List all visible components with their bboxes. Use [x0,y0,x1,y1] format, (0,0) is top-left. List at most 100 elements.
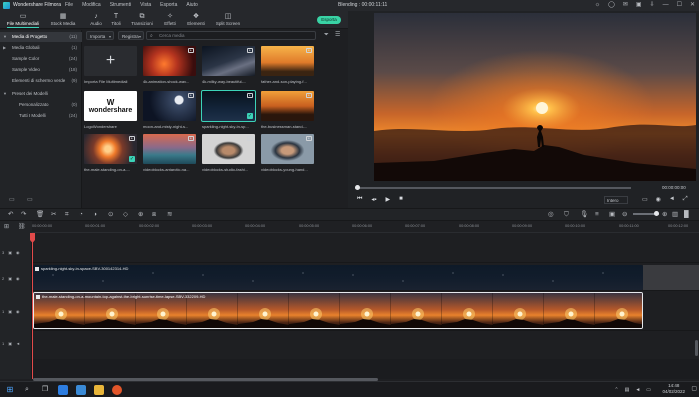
crop-icon[interactable]: ⌗ [65,210,69,220]
timeline-vertical-scrollbar[interactable] [695,340,698,356]
preview-progress-handle[interactable] [355,185,360,190]
search-input[interactable]: ⌕ Cerca media [146,31,316,40]
preview-quality-dropdown[interactable]: Intero [604,196,628,204]
video-preview[interactable] [374,13,696,181]
eye-icon[interactable]: ◉ [16,250,20,255]
maximize-icon[interactable]: ☐ [677,0,682,11]
tab-transizioni[interactable]: ⧉ Transizioni [127,12,157,26]
import-dropdown[interactable]: Importa ▾ [86,31,114,40]
media-item[interactable]: ▸ videoblocks-studio-fashi... [202,134,255,172]
list-view-icon[interactable]: ☰ [335,31,340,40]
zoom-in-icon[interactable]: ⊕ [662,210,667,220]
edge-browser-icon[interactable] [58,385,68,395]
snapshot-timeline-icon[interactable]: ▣ [609,210,615,220]
filmora-taskbar-icon[interactable] [76,385,86,395]
voiceover-icon[interactable]: ≡ [595,210,599,220]
network-icon[interactable]: ▤ [625,384,630,396]
track-lane-3[interactable] [32,233,699,263]
menu-file[interactable]: File [65,0,73,11]
keyframe-icon[interactable]: ◇ [123,210,128,220]
color-icon[interactable]: ◑ [93,210,97,220]
track-lane-audio[interactable] [32,331,699,359]
taskbar-clock[interactable]: 14:48 04/02/2022 [662,383,685,395]
play-icon[interactable]: ▶ [386,196,391,203]
motion-tracking-icon[interactable]: ⊕ [138,210,143,220]
preview-progress-bar[interactable] [355,187,631,189]
playhead-line[interactable] [32,233,33,379]
search-taskbar-icon[interactable]: ⌕ [22,385,32,395]
tab-file-multimediali[interactable]: ▭ File Multimediali [4,12,42,28]
tab-elementi[interactable]: ❖ Elementi [181,12,211,26]
record-dropdown[interactable]: Registra ▾ [118,31,144,40]
speaker-icon[interactable]: ◄ [16,341,20,346]
media-item[interactable]: ▸ moon-and-misty-night-s... [143,91,196,129]
green-screen-icon[interactable]: ⊙ [108,210,113,220]
undo-icon[interactable]: ↶ [8,210,13,220]
media-item[interactable]: W wondershare LogoWondershare [84,91,137,129]
windows-start-icon[interactable]: ⊞ [5,385,15,395]
menu-aiuto[interactable]: Aiuto [186,0,197,11]
stop-icon[interactable]: ■ [399,196,403,203]
download-icon[interactable]: ⇩ [650,0,655,11]
audio-wave-icon[interactable]: ≋ [167,210,172,220]
zoom-out-icon[interactable]: ⊖ [622,210,627,220]
stabilize-icon[interactable]: ⧈ [152,210,156,220]
display-icon[interactable]: ▭ [642,196,648,203]
microphone-icon[interactable]: 🎙 [580,210,588,220]
marker-icon[interactable]: ⛉ [564,210,569,220]
sun-icon[interactable]: ☼ [595,0,601,11]
timeline-zoom-handle[interactable] [654,211,659,216]
delete-icon[interactable]: 🗑 [36,210,44,220]
fullscreen-icon[interactable]: ⤢ [683,196,688,203]
media-item[interactable]: ▸ 4k-milky-way-beautiful-... [202,46,255,84]
previous-frame-icon[interactable]: ⏮ [357,196,362,203]
link-icon[interactable]: ⛓ [18,223,26,230]
redo-icon[interactable]: ↷ [21,210,26,220]
close-icon[interactable]: ✕ [690,0,695,11]
save-icon[interactable]: ▣ [636,0,642,11]
sidebar-item-schermo-verde[interactable]: Elementi di schermo verde (9) [0,76,82,86]
timeline-ruler[interactable]: 00:00:00:00 00:00:01:00 00:00:02:00 00:0… [32,221,699,233]
user-icon[interactable]: ◯ [608,0,615,11]
export-button[interactable]: Esporta [317,16,341,24]
sidebar-item-preset-modelli[interactable]: ▼ Preset dei Modelli [0,89,82,99]
sidebar-item-media-globali[interactable]: ▶ Media Globali (1) [0,43,82,53]
eye-icon[interactable]: ◉ [16,309,20,314]
menu-strumenti[interactable]: Strumenti [110,0,131,11]
add-track-icon[interactable]: ⊞ [4,223,9,230]
media-item[interactable]: ▸ videoblocks-young-hand... [261,134,314,172]
chevron-up-icon[interactable]: ⌃ [614,384,618,396]
volume-icon[interactable]: ◄ [669,196,675,203]
snapshot-icon[interactable]: ◉ [656,196,661,203]
menu-modifica[interactable]: Modifica [82,0,101,11]
add-folder-icon[interactable]: ▭ [9,196,15,203]
menu-esporta[interactable]: Esporta [160,0,177,11]
notification-icon[interactable]: ▢ [691,385,697,392]
clip-male-standing-sunrise[interactable]: the-male-standing-on-a-mountain-top-agai… [33,292,643,329]
folder-icon[interactable]: ▭ [27,196,33,203]
media-item-import[interactable]: + Importa File Multimediali [84,46,137,84]
speed-icon[interactable]: ◔ [79,210,83,220]
minimize-icon[interactable]: — [663,0,669,11]
media-item[interactable]: ▸ ✓ the-male-standing-on-a-... [84,134,137,172]
eye-icon[interactable]: ◉ [16,276,20,281]
task-view-icon[interactable]: ❐ [40,385,50,395]
media-item-selected[interactable]: ▸ ✓ sparkling-night-sky-in-sp... [201,90,256,129]
file-explorer-icon[interactable] [94,385,104,395]
sidebar-item-sample-video[interactable]: Sample Video (18) [0,65,82,75]
fit-timeline-icon[interactable]: █ [684,210,689,220]
lock-icon[interactable]: ▣ [8,341,12,346]
lock-icon[interactable]: ▣ [8,309,12,314]
tab-stock-media[interactable]: ▦ Stock Media [48,12,78,26]
clip-sparkling-night-sky[interactable]: sparkling-night-sky-in-space-SBV-3001423… [33,265,643,290]
lock-icon[interactable]: ▣ [8,276,12,281]
panel-layout-icon[interactable]: ▥ [672,210,678,220]
firefox-icon[interactable] [112,385,122,395]
split-icon[interactable]: ✂ [51,210,56,220]
menu-vista[interactable]: Vista [140,0,151,11]
speaker-tray-icon[interactable]: ◄ [635,384,640,396]
sidebar-item-media-di-progetto[interactable]: ▼ Media di Progetto (11) [0,32,82,42]
battery-icon[interactable]: ▭ [646,384,651,396]
filter-icon[interactable]: ⏷ [324,31,329,40]
lock-icon[interactable]: ▣ [8,250,12,255]
